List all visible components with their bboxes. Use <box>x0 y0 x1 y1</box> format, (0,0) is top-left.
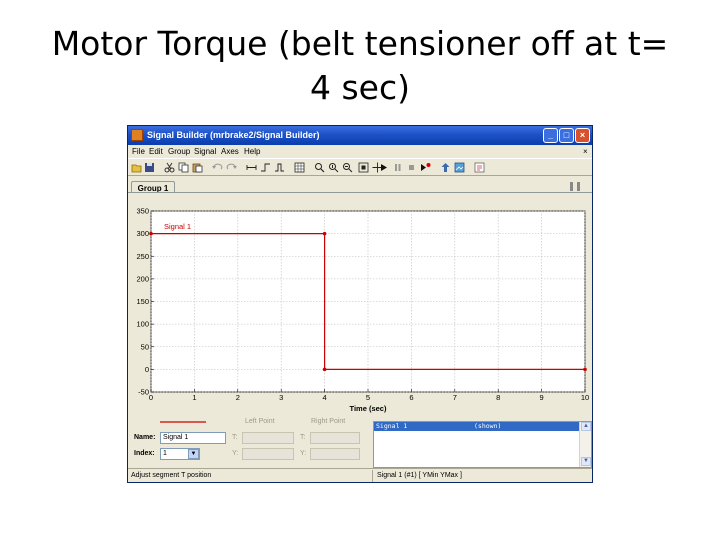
simulink-app-icon <box>131 129 143 141</box>
y-tick-label: -50 <box>138 388 149 397</box>
left-t-field[interactable] <box>242 432 294 444</box>
y-tick-label: 0 <box>145 365 149 374</box>
zoom-x-icon[interactable] <box>314 162 325 173</box>
name-label: Name: <box>134 434 156 441</box>
status-bar: Adjust segment T position Signal 1 (#1) … <box>128 468 592 482</box>
open-icon[interactable] <box>131 162 142 173</box>
x-tick-label: 7 <box>453 393 457 402</box>
status-separator <box>372 470 373 482</box>
scroll-up-icon[interactable]: ▲ <box>581 422 591 431</box>
zoom-y-icon[interactable] <box>328 162 339 173</box>
pulse-icon[interactable] <box>274 162 285 173</box>
y-tick-label: 250 <box>136 252 149 261</box>
x-tick-label: 2 <box>236 393 240 402</box>
cut-icon[interactable] <box>164 162 175 173</box>
signal-1-annotation: Signal 1 <box>164 222 191 231</box>
segment-h-icon[interactable] <box>246 162 257 173</box>
save-icon[interactable] <box>144 162 155 173</box>
menu-file[interactable]: File <box>132 145 145 158</box>
menu-close-icon[interactable]: × <box>583 145 588 158</box>
bitmap-icon[interactable] <box>454 162 465 173</box>
signal-builder-window: Signal Builder (mrbrake2/Signal Builder)… <box>127 125 593 483</box>
undo-icon[interactable] <box>212 162 223 173</box>
slide-title-line1: Motor Torque (belt tensioner off at t= <box>51 24 669 63</box>
right-point-label: Right Point <box>311 418 346 425</box>
signal-list[interactable]: Signal 1 (shown) ▲ ▼ <box>373 421 592 468</box>
y-tick-label: 200 <box>136 274 149 283</box>
menu-help[interactable]: Help <box>244 145 260 158</box>
slide-title-line2: 4 sec) <box>310 68 410 107</box>
right-y-field[interactable] <box>310 448 360 460</box>
x-tick-label: 0 <box>149 393 153 402</box>
signal-line-preview[interactable] <box>160 420 206 424</box>
menu-signal[interactable]: Signal <box>194 145 216 158</box>
x-tick-label: 1 <box>192 393 196 402</box>
window-title: Signal Builder (mrbrake2/Signal Builder) <box>147 130 320 140</box>
y-tick-label: 300 <box>136 229 149 238</box>
minimize-button[interactable]: _ <box>543 128 558 143</box>
signal-list-row[interactable]: Signal 1 (shown) <box>374 422 579 431</box>
signal-plot[interactable]: 0 1 2 3 4 5 6 7 8 9 10-50050100150200250300350Time… <box>128 193 592 418</box>
zoom-xy-icon[interactable] <box>342 162 353 173</box>
signal-1-point[interactable] <box>322 231 327 236</box>
slide-title: Motor Torque (belt tensioner off at t= 4… <box>20 22 700 110</box>
x-tick-label: 10 <box>581 393 589 402</box>
index-dropdown-icon[interactable]: ▼ <box>188 449 199 459</box>
tab-split-icon[interactable] <box>568 182 586 191</box>
fit-icon[interactable] <box>358 162 369 173</box>
signal-list-scrollbar[interactable]: ▲ ▼ <box>579 422 591 467</box>
x-tick-label: 8 <box>496 393 500 402</box>
menu-group[interactable]: Group <box>168 145 190 158</box>
left-y-field[interactable] <box>242 448 294 460</box>
maximize-button[interactable]: □ <box>559 128 574 143</box>
signal-plot-panel: 0 1 2 3 4 5 6 7 8 9 10 -50 0 50 100 150 200 250 300 350 Time… <box>128 193 592 418</box>
menu-edit[interactable]: Edit <box>149 145 163 158</box>
x-tick-label: 4 <box>323 393 327 402</box>
x-tick-label: 5 <box>366 393 370 402</box>
menu-axes[interactable]: Axes <box>221 145 239 158</box>
right-t-field[interactable] <box>310 432 360 444</box>
x-tick-label: 6 <box>409 393 413 402</box>
window-titlebar[interactable]: Signal Builder (mrbrake2/Signal Builder)… <box>128 126 592 145</box>
signal-list-row-state: (shown) <box>474 422 502 430</box>
record-icon[interactable] <box>420 162 431 173</box>
status-signal-info: Signal 1 (#1) [ YMin YMax ] <box>377 472 462 479</box>
signal-1-point[interactable] <box>322 367 327 372</box>
play-icon[interactable] <box>378 162 389 173</box>
signal-list-row-name: Signal 1 <box>376 422 408 430</box>
y-tick-label: 50 <box>141 342 149 351</box>
signal-1-point[interactable] <box>583 367 587 372</box>
jump-icon[interactable] <box>440 162 451 173</box>
scroll-down-icon[interactable]: ▼ <box>581 457 591 466</box>
y-tick-label: 150 <box>136 297 149 306</box>
status-message: Adjust segment T position <box>131 472 212 479</box>
right-y-label: Y: <box>300 450 307 457</box>
pause-icon[interactable] <box>392 162 403 173</box>
left-t-label: T: <box>232 434 238 441</box>
y-tick-label: 100 <box>136 320 149 329</box>
stop-icon[interactable] <box>406 162 417 173</box>
left-point-label: Left Point <box>245 418 275 425</box>
y-tick-label: 350 <box>136 207 149 216</box>
signal-properties-panel: Left Point Right Point Name: Signal 1 T:… <box>128 418 592 468</box>
right-t-label: T: <box>300 434 306 441</box>
menu-bar: File Edit Group Signal Axes Help × <box>128 145 592 158</box>
signal-1-point[interactable] <box>149 231 153 236</box>
left-y-label: Y: <box>232 450 239 457</box>
help-icon[interactable] <box>474 162 485 173</box>
x-axis-label: Time (sec) <box>350 404 387 413</box>
copy-icon[interactable] <box>178 162 189 173</box>
x-tick-label: 3 <box>279 393 283 402</box>
name-field[interactable]: Signal 1 <box>160 432 226 444</box>
toolbar <box>128 158 592 176</box>
x-tick-label: 9 <box>540 393 544 402</box>
close-button[interactable]: × <box>575 128 590 143</box>
redo-icon[interactable] <box>226 162 237 173</box>
index-label: Index: <box>134 450 155 457</box>
paste-icon[interactable] <box>192 162 203 173</box>
grid-icon[interactable] <box>294 162 305 173</box>
step-icon[interactable] <box>260 162 271 173</box>
